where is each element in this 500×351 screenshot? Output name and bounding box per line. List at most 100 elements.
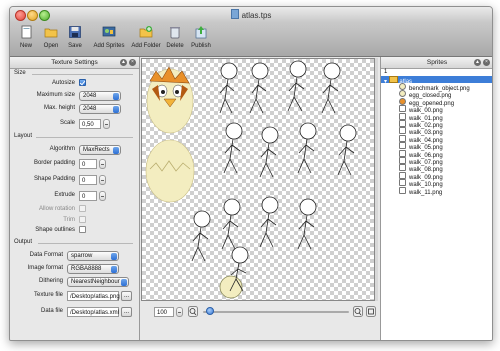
sprite-thumbnail-icon: [399, 179, 406, 187]
sprite-list-item[interactable]: walk_10.png: [381, 179, 492, 188]
zoom-bar: 100: [141, 302, 378, 320]
scale-input[interactable]: 0,50: [79, 119, 101, 129]
sprite-list-item[interactable]: walk_04.png: [381, 134, 492, 144]
add-folder-icon: [139, 26, 153, 38]
publish-icon: [195, 26, 207, 39]
extrude-stepper[interactable]: [99, 191, 106, 201]
texture-file-browse-button[interactable]: ...: [121, 291, 132, 301]
image-format-label: Image format: [27, 265, 63, 271]
size-divider: [32, 74, 133, 75]
sprite-thumbnail-icon: [399, 164, 406, 172]
image-format-select[interactable]: RGBA8888: [67, 264, 119, 274]
sprite-list-item[interactable]: walk_01.png: [381, 112, 492, 122]
walk-frame-sprite: [219, 62, 238, 114]
panel-close-icon[interactable]: ×: [129, 59, 136, 66]
zoom-slider-track[interactable]: [203, 311, 349, 313]
trim-label: Trim: [63, 217, 75, 223]
trim-checkbox[interactable]: [79, 216, 86, 223]
texture-settings-panel: Texture Settings ▲ × Size Autosize Maxim…: [10, 57, 140, 340]
max-width-select[interactable]: 2048: [79, 91, 121, 101]
publish-label: Publish: [191, 43, 211, 49]
border-padding-stepper[interactable]: [99, 159, 106, 169]
save-label: Save: [68, 43, 82, 49]
sprite-list-item[interactable]: walk_06.png: [381, 149, 492, 159]
zoom-fit-icon[interactable]: [366, 306, 376, 317]
panel-float-icon[interactable]: ▲: [120, 59, 127, 66]
max-width-label: Maximum size: [36, 92, 75, 98]
add-folder-label: Add Folder: [131, 43, 161, 49]
sprite-list-item[interactable]: egg_opened.png: [381, 97, 492, 107]
sprite-list-item[interactable]: egg_closed.png: [381, 90, 492, 99]
walk-frame-sprite: [191, 210, 211, 262]
size-heading: Size: [14, 70, 26, 76]
sprite-list-item[interactable]: walk_03.png: [381, 127, 492, 136]
atlas-preview-canvas[interactable]: [141, 58, 375, 301]
layout-divider: [36, 137, 133, 138]
zoom-stepper[interactable]: [176, 307, 183, 317]
allow-rotation-label: Allow rotation: [38, 206, 75, 212]
sprites-header: Sprites ▲ ×: [381, 57, 492, 69]
data-file-input[interactable]: /Desktop/atlas.xml: [67, 307, 119, 317]
allow-rotation-checkbox[interactable]: [79, 205, 86, 212]
data-file-browse-button[interactable]: ...: [121, 307, 132, 317]
atlas-folder-row[interactable]: ▾ atlas: [381, 76, 492, 85]
zoom-input[interactable]: 100: [154, 307, 174, 317]
scale-stepper[interactable]: [103, 119, 110, 129]
walk-frame-sprite: [249, 62, 269, 114]
data-format-value: sparrow: [71, 253, 93, 259]
walk-frame-sprite: [321, 62, 341, 114]
open-label: Open: [43, 43, 59, 49]
shape-outlines-checkbox[interactable]: [79, 226, 86, 233]
canvas-vertical-scrollbar[interactable]: [375, 58, 378, 301]
panel-float-icon[interactable]: ▲: [474, 59, 481, 66]
dithering-select[interactable]: NearestNeighbour: [67, 277, 129, 287]
add-sprites-button[interactable]: Add Sprites: [92, 25, 126, 49]
sprite-list-item[interactable]: walk_07.png: [381, 157, 492, 166]
shape-outlines-label: Shape outlines: [35, 227, 75, 233]
atlas-sprites-preview: [145, 60, 357, 299]
window-title-text: atlas.tps: [241, 11, 272, 20]
sprite-thumbnail-icon: [399, 157, 406, 164]
data-format-select[interactable]: sparrow: [67, 251, 119, 261]
texture-settings-header: Texture Settings ▲ ×: [10, 57, 139, 69]
benchmark-object-sprite: [219, 275, 243, 299]
output-divider: [38, 243, 133, 244]
sprite-list-item[interactable]: walk_08.png: [381, 164, 492, 173]
sprite-list-item[interactable]: walk_05.png: [381, 142, 492, 151]
texture-file-label: Texture file: [33, 292, 63, 298]
panel-close-icon[interactable]: ×: [483, 59, 490, 66]
walk-frame-sprite: [297, 122, 317, 174]
zoom-out-icon[interactable]: [188, 306, 198, 317]
app-window: atlas.tps New Open Save Add Sprites Add …: [9, 6, 493, 341]
autosize-checkbox[interactable]: [79, 79, 86, 86]
zoom-slider-handle[interactable]: [206, 307, 214, 315]
save-button[interactable]: Save: [64, 25, 86, 49]
add-folder-button[interactable]: Add Folder: [130, 25, 162, 49]
delete-button[interactable]: Delete: [164, 25, 186, 49]
sprite-thumbnail-icon: [399, 97, 406, 105]
sprites-count: 1: [384, 69, 388, 75]
extrude-input[interactable]: 0: [79, 191, 97, 201]
open-button[interactable]: Open: [40, 25, 62, 49]
image-format-value: RGBA8888: [71, 266, 102, 272]
new-button[interactable]: New: [16, 25, 36, 49]
publish-button[interactable]: Publish: [188, 25, 214, 49]
sprite-list-item[interactable]: walk_02.png: [381, 120, 492, 129]
texture-file-input[interactable]: /Desktop/atlas.png: [67, 291, 120, 301]
border-padding-input[interactable]: 0: [79, 159, 97, 169]
max-height-value: 2048: [83, 106, 97, 112]
dropdown-arrow-icon: [111, 253, 117, 260]
walk-frame-sprite: [259, 196, 279, 248]
zoom-in-icon[interactable]: [353, 306, 363, 317]
sprite-list-item[interactable]: walk_09.png: [381, 171, 492, 181]
max-height-select[interactable]: 2048: [79, 104, 121, 114]
sprite-thumbnail-icon: [399, 112, 406, 120]
add-sprites-label: Add Sprites: [93, 43, 125, 49]
sprite-list-item[interactable]: benchmark_object.png: [381, 83, 492, 92]
algorithm-select[interactable]: MaxRects: [79, 145, 121, 155]
dropdown-arrow-icon: [121, 279, 127, 286]
sprite-list-item[interactable]: walk_11.png: [381, 186, 492, 196]
sprite-list-item[interactable]: walk_00.png: [381, 105, 492, 114]
shape-padding-stepper[interactable]: [99, 175, 106, 185]
shape-padding-input[interactable]: 0: [79, 175, 97, 185]
